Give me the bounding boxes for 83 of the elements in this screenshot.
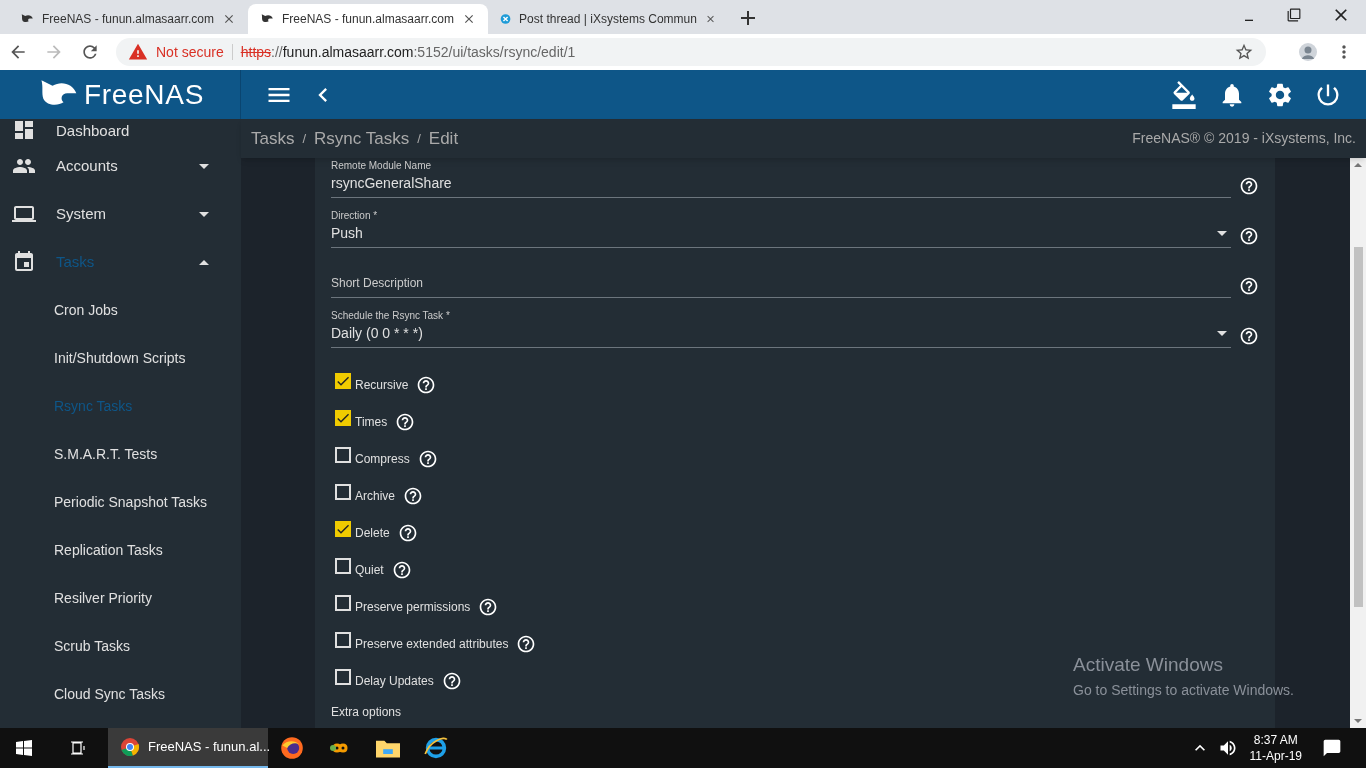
address-field[interactable]: Not secure https://funun.almasaarr.com:5152/ui/tasks/rsync/edit/1 — [116, 38, 1266, 66]
sidebar-subitem[interactable]: S.M.A.R.T. Tests — [0, 430, 241, 478]
clock-time: 8:37 AM — [1253, 732, 1298, 748]
task-view-icon[interactable] — [70, 740, 86, 756]
sidebar-subitem[interactable]: Init/Shutdown Scripts — [0, 334, 241, 382]
checkbox-label: Recursive — [355, 376, 409, 394]
checkbox[interactable] — [335, 372, 351, 389]
browser-tab[interactable]: FreeNAS - funun.almasaarr.com — [8, 4, 248, 34]
help-icon[interactable] — [516, 633, 537, 654]
activation-text: Go to Settings to activate Windows. — [1073, 680, 1294, 700]
taskbar-app[interactable]: FreeNAS - funun.al... — [108, 728, 268, 768]
input-field[interactable]: Short Description — [331, 275, 1231, 298]
paint-bucket-icon[interactable] — [1170, 80, 1198, 109]
help-icon[interactable] — [478, 596, 499, 617]
dashboard-icon — [12, 119, 36, 142]
sidebar-subitem[interactable]: Periodic Snapshot Tasks — [0, 478, 241, 526]
browser-tab[interactable]: Post thread | iXsystems Commun — [488, 4, 728, 34]
help-icon[interactable] — [441, 670, 462, 691]
internet-explorer-icon[interactable] — [424, 736, 448, 760]
checkbox[interactable] — [335, 409, 351, 426]
checkbox-label: Delay Updates — [355, 672, 434, 690]
select-field[interactable]: Schedule the Rsync Task * Daily (0 0 * * *) — [331, 310, 1231, 348]
help-icon[interactable] — [1239, 326, 1259, 346]
breadcrumb: Edit — [428, 127, 459, 150]
checkbox-label: Quiet — [355, 561, 384, 579]
ix-logo-icon — [500, 11, 512, 27]
calendar-icon — [12, 250, 36, 274]
checkbox-label: Compress — [355, 450, 410, 468]
checkbox[interactable] — [335, 668, 351, 685]
warning-icon — [128, 42, 148, 62]
breadcrumb[interactable]: Rsync Tasks — [314, 125, 410, 152]
windows-start-icon[interactable] — [16, 740, 32, 756]
checkbox[interactable] — [335, 631, 351, 648]
profile-avatar-icon[interactable] — [1298, 42, 1318, 62]
dropdown-caret-icon — [1217, 331, 1227, 336]
help-icon[interactable] — [403, 485, 423, 506]
sidebar-subitem[interactable]: Cron Jobs — [0, 286, 241, 334]
checkbox-label: Preserve permissions — [355, 598, 471, 616]
help-icon[interactable] — [1239, 176, 1259, 196]
checkbox[interactable] — [335, 483, 351, 500]
select-field[interactable]: Direction * Push — [331, 210, 1231, 248]
sidebar-subitem[interactable]: Replication Tasks — [0, 526, 241, 574]
restore-icon[interactable] — [1287, 8, 1301, 22]
sidebar-item[interactable]: System — [0, 190, 241, 238]
scrollbar[interactable] — [1350, 158, 1366, 728]
checkbox-label: Delete — [355, 524, 390, 542]
bookmark-star-icon[interactable] — [1234, 42, 1254, 62]
scroll-down-arrow-icon[interactable] — [1354, 719, 1362, 723]
checkbox-label: Times — [355, 413, 388, 431]
section-heading: Extra options — [331, 704, 403, 721]
input-field[interactable]: Remote Module Name rsyncGeneralShare — [331, 160, 1231, 198]
help-icon[interactable] — [391, 559, 412, 580]
firefox-logo-icon[interactable] — [280, 736, 304, 760]
checkbox-label: Archive — [355, 487, 395, 505]
breadcrumb-separator: / — [417, 129, 421, 148]
help-icon[interactable] — [1239, 226, 1259, 246]
help-icon[interactable] — [1239, 276, 1259, 296]
checkbox-label: Preserve extended attributes — [355, 635, 509, 653]
scroll-up-arrow-icon[interactable] — [1354, 163, 1362, 167]
help-icon[interactable] — [397, 522, 418, 543]
breadcrumb[interactable]: Tasks — [251, 125, 295, 152]
chrome-logo-icon — [120, 737, 140, 757]
clock-date: 11-Apr-19 — [1249, 748, 1302, 764]
sidebar-subitem[interactable]: Resilver Priority — [0, 574, 241, 622]
sidebar-subitem[interactable]: Scrub Tasks — [0, 622, 241, 670]
checkbox[interactable] — [335, 446, 351, 463]
sidebar-item[interactable]: Accounts — [0, 142, 241, 190]
folder-icon[interactable] — [376, 738, 400, 758]
notification-icon[interactable] — [1322, 738, 1342, 758]
help-icon[interactable] — [417, 448, 438, 469]
help-icon[interactable] — [416, 374, 437, 395]
dropdown-caret-icon — [1217, 231, 1227, 236]
breadcrumb-separator: / — [302, 129, 307, 148]
checkbox[interactable] — [335, 520, 351, 537]
checkbox[interactable] — [335, 594, 351, 611]
browser-tab[interactable]: FreeNAS - funun.almasaarr.com — [248, 4, 488, 34]
copyright-text: FreeNAS® © 2019 - iXsystems, Inc. — [1132, 129, 1356, 148]
reload-icon[interactable] — [80, 42, 100, 62]
sidebar-subitem[interactable]: Cloud Sync Tasks — [0, 670, 241, 718]
activation-title: Activate Windows — [1073, 653, 1224, 677]
checkbox[interactable] — [335, 557, 351, 574]
sidebar-item[interactable]: Dashboard — [0, 119, 241, 142]
help-icon[interactable] — [395, 411, 416, 432]
